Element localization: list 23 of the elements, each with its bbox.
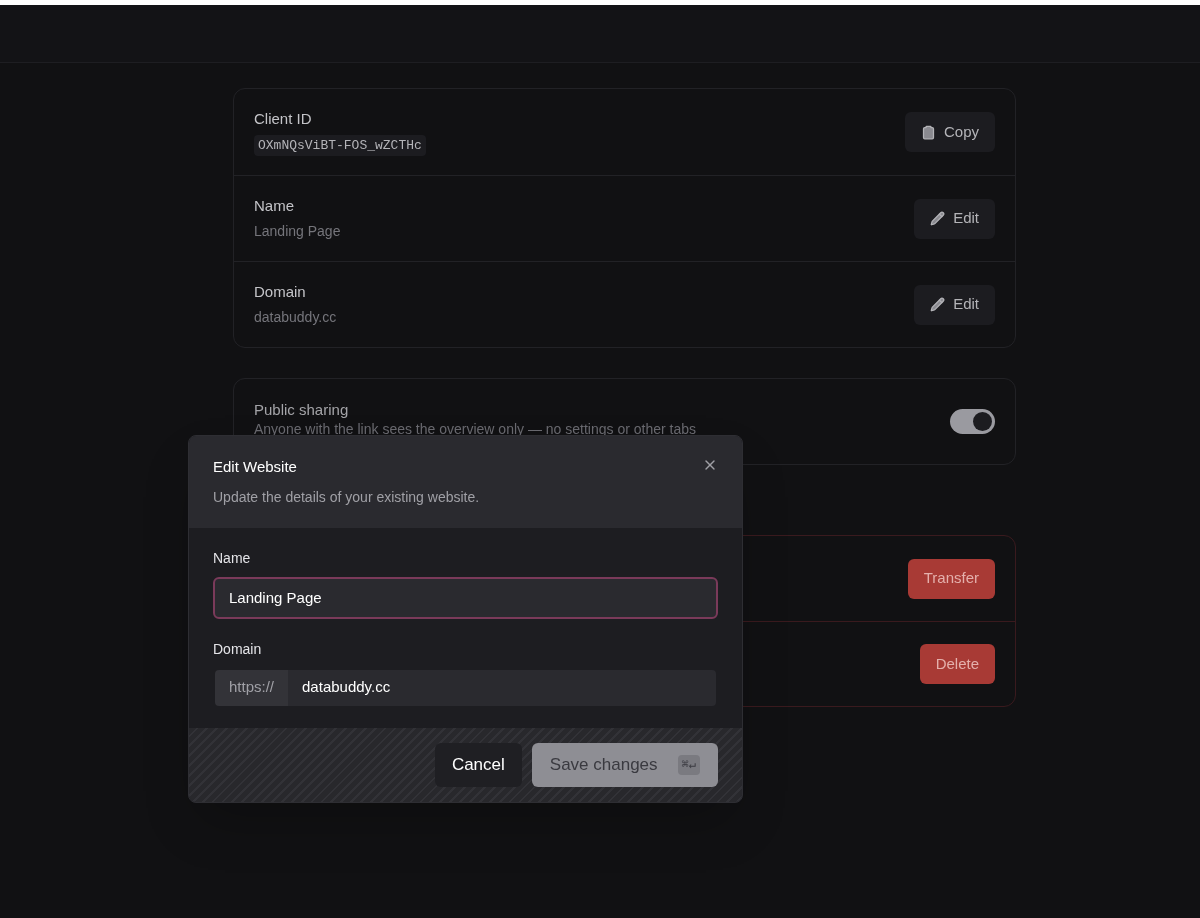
- shortcut-hint: ⌘↵: [677, 754, 700, 775]
- sharing-toggle[interactable]: [950, 409, 995, 434]
- field-label: Name: [254, 195, 295, 216]
- field-label: Domain: [254, 281, 307, 302]
- name-field[interactable]: Landing Page: [213, 576, 718, 619]
- pencil-icon: [930, 297, 946, 312]
- copy-button[interactable]: Copy: [904, 112, 995, 152]
- url-prefix: https://: [215, 669, 289, 706]
- edit-button[interactable]: Edit: [914, 284, 995, 325]
- edit-button[interactable]: Edit: [914, 198, 995, 239]
- dialog-subtitle: Update the details of your existing website.: [213, 487, 480, 507]
- field-label: Name: [213, 548, 252, 568]
- field-value: Landing Page: [254, 222, 341, 242]
- sharing-label: Public sharing: [254, 399, 350, 420]
- domain-field[interactable]: databuddy.cc: [288, 669, 716, 706]
- field-label: Client ID: [254, 109, 313, 129]
- field-value: databuddy.cc: [254, 308, 337, 328]
- cancel-button[interactable]: Cancel: [434, 742, 522, 787]
- clipboard-icon: [920, 124, 936, 140]
- pencil-icon: [930, 211, 946, 226]
- dialog-title: Edit Website: [213, 457, 298, 477]
- field-label: Domain: [213, 639, 263, 659]
- client-id-value: OXmNQsViBT-FOS_wZCTHc: [254, 134, 426, 156]
